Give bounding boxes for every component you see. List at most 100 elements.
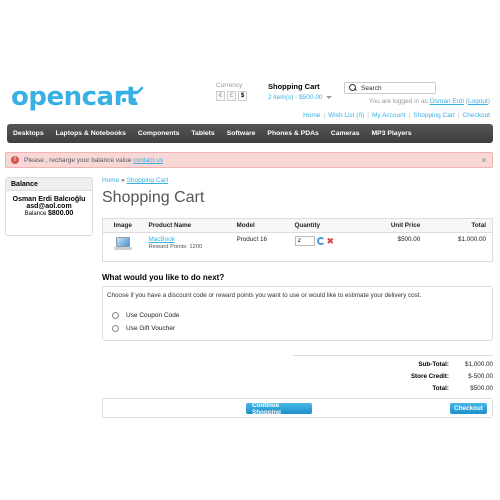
total-label: Total: bbox=[432, 384, 449, 392]
product-model: Product 16 bbox=[236, 236, 267, 243]
voucher-option-label[interactable]: Use Gift Voucher bbox=[126, 325, 175, 332]
totals-row-total: Total: $500.00 bbox=[293, 382, 493, 394]
table-row: MacBook Reward Points: 1200 Product 16 ✖… bbox=[103, 233, 493, 262]
breadcrumb-home[interactable]: Home bbox=[102, 177, 119, 184]
checkout-button[interactable]: Checkout bbox=[450, 403, 487, 414]
next-steps-title: What would you like to do next? bbox=[102, 273, 225, 282]
currency-pound-button[interactable]: £ bbox=[227, 91, 236, 101]
column-header-total: Total bbox=[426, 218, 493, 233]
alert-message: Please , recharge your balance value bbox=[24, 156, 132, 164]
divider: | bbox=[457, 112, 460, 119]
menu-item-laptops[interactable]: Laptops & Notebooks bbox=[56, 130, 126, 137]
product-unit-price: $500.00 bbox=[397, 236, 421, 243]
search-box bbox=[344, 82, 436, 94]
balance-user-name: Osman Erdi Balcıoğlu bbox=[12, 196, 86, 203]
cart-totals: Sub-Total: $1,000.00 Store Credit: $-500… bbox=[293, 355, 493, 394]
coupon-option-label[interactable]: Use Coupon Code bbox=[126, 312, 179, 319]
main-menu: Desktops Laptops & Notebooks Components … bbox=[7, 124, 493, 143]
quantity-input[interactable] bbox=[294, 236, 315, 246]
product-link[interactable]: MacBook bbox=[149, 236, 225, 243]
welcome-paren-close: ) bbox=[487, 98, 490, 105]
product-name-cell: MacBook Reward Points: 1200 bbox=[143, 233, 231, 262]
voucher-radio[interactable] bbox=[112, 325, 119, 332]
column-header-name: Product Name bbox=[142, 218, 231, 233]
menu-item-mp3[interactable]: MP3 Players bbox=[372, 130, 412, 137]
balance-heading: Balance bbox=[6, 178, 92, 191]
menu-item-tablets[interactable]: Tablets bbox=[191, 130, 214, 137]
breadcrumb-current[interactable]: Shopping Cart bbox=[127, 177, 169, 184]
logo-cart-icon bbox=[116, 86, 144, 103]
top-link-wishlist[interactable]: Wish List (0) bbox=[328, 112, 364, 119]
divider: | bbox=[367, 112, 369, 119]
totals-row-subtotal: Sub-Total: $1,000.00 bbox=[293, 358, 493, 370]
quantity-cell: ✖ bbox=[289, 233, 359, 262]
menu-item-components[interactable]: Components bbox=[138, 130, 180, 137]
column-header-unit-price: Unit Price bbox=[358, 218, 427, 233]
currency-selector: Currency € £ $ bbox=[216, 82, 247, 101]
contact-us-link[interactable]: contact us bbox=[133, 157, 163, 164]
next-steps-box: Choose if you have a discount code or re… bbox=[102, 286, 493, 341]
store-credit-label: Store Credit: bbox=[410, 372, 449, 380]
header-cart-heading: Shopping Cart bbox=[268, 82, 320, 91]
balance-user-email: asd@aol.com bbox=[26, 203, 72, 210]
totals-row-store-credit: Store Credit: $-500.00 bbox=[293, 370, 493, 382]
balance-amount-line: Balance $800.00 bbox=[6, 210, 92, 217]
warning-alert: ! Please , recharge your balance value co… bbox=[5, 152, 493, 168]
product-image-cell bbox=[103, 233, 143, 262]
top-link-cart[interactable]: Shopping Cart bbox=[413, 112, 455, 119]
balance-box: Balance Osman Erdi Balcıoğlu asd@aol.com… bbox=[5, 177, 93, 236]
menu-item-phones[interactable]: Phones & PDAs bbox=[267, 130, 318, 137]
total-value: $500.00 bbox=[470, 384, 493, 392]
store-credit-value: $-500.00 bbox=[468, 372, 493, 380]
top-link-home[interactable]: Home bbox=[303, 112, 320, 119]
divider: | bbox=[408, 112, 411, 119]
menu-item-software[interactable]: Software bbox=[227, 130, 256, 137]
welcome-text: You are logged in as Osman Erdi (Logout) bbox=[369, 98, 490, 105]
column-header-image: Image bbox=[102, 218, 143, 233]
subtotal-value: $1,000.00 bbox=[464, 360, 493, 368]
remove-icon[interactable]: ✖ bbox=[327, 237, 335, 246]
header-cart[interactable]: Shopping Cart 2 item(s) - $500.00 bbox=[268, 82, 332, 101]
currency-label: Currency bbox=[216, 82, 243, 89]
product-thumbnail[interactable] bbox=[113, 236, 133, 252]
currency-dollar-button[interactable]: $ bbox=[238, 91, 247, 101]
cart-buttons: Continue Shopping Checkout bbox=[102, 398, 493, 418]
refresh-icon[interactable] bbox=[316, 237, 325, 245]
opencart-logo[interactable]: opencart bbox=[11, 84, 149, 112]
next-steps-description: Choose if you have a discount code or re… bbox=[107, 292, 422, 299]
welcome-prefix: You are logged in as bbox=[368, 98, 430, 105]
breadcrumb: Home » Shopping Cart bbox=[102, 177, 168, 184]
account-user-link[interactable]: Osman Erdi bbox=[430, 98, 464, 105]
menu-item-desktops[interactable]: Desktops bbox=[13, 130, 44, 137]
top-link-account[interactable]: My Account bbox=[372, 112, 406, 119]
top-links: Home | Wish List (0) | My Account | Shoppin… bbox=[303, 112, 490, 119]
page-title: Shopping Cart bbox=[102, 189, 205, 206]
alert-text: Please , recharge your balance value cont… bbox=[24, 157, 163, 164]
currency-euro-button[interactable]: € bbox=[216, 91, 225, 101]
search-input[interactable] bbox=[361, 84, 435, 92]
table-header-row: Image Product Name Model Quantity Unit P… bbox=[102, 218, 493, 233]
search-icon[interactable] bbox=[348, 83, 358, 93]
reward-points: Reward Points: 1200 bbox=[148, 244, 203, 250]
balance-amount-label: Balance bbox=[24, 211, 47, 217]
close-icon[interactable]: × bbox=[481, 156, 486, 165]
logout-link[interactable]: Logout bbox=[468, 98, 488, 105]
top-link-checkout[interactable]: Checkout bbox=[463, 112, 490, 119]
breadcrumb-separator: » bbox=[119, 177, 127, 184]
voucher-option[interactable]: Use Gift Voucher bbox=[112, 325, 175, 332]
divider: | bbox=[323, 112, 326, 119]
column-header-model: Model bbox=[230, 218, 289, 233]
column-header-quantity: Quantity bbox=[288, 218, 359, 233]
header-cart-summary[interactable]: 2 item(s) - $500.00 bbox=[268, 94, 332, 101]
product-total: $1,000.00 bbox=[457, 236, 486, 243]
chevron-down-icon bbox=[325, 96, 332, 99]
menu-item-cameras[interactable]: Cameras bbox=[331, 130, 360, 137]
header-cart-summary-text: 2 item(s) - $500.00 bbox=[268, 94, 323, 101]
subtotal-label: Sub-Total: bbox=[418, 360, 449, 368]
cart-table: Image Product Name Model Quantity Unit P… bbox=[102, 218, 493, 262]
coupon-radio[interactable] bbox=[112, 312, 119, 319]
coupon-option[interactable]: Use Coupon Code bbox=[112, 312, 179, 319]
balance-amount: $800.00 bbox=[48, 210, 74, 217]
warning-icon: ! bbox=[11, 156, 19, 164]
continue-shopping-button[interactable]: Continue Shopping bbox=[246, 402, 312, 416]
